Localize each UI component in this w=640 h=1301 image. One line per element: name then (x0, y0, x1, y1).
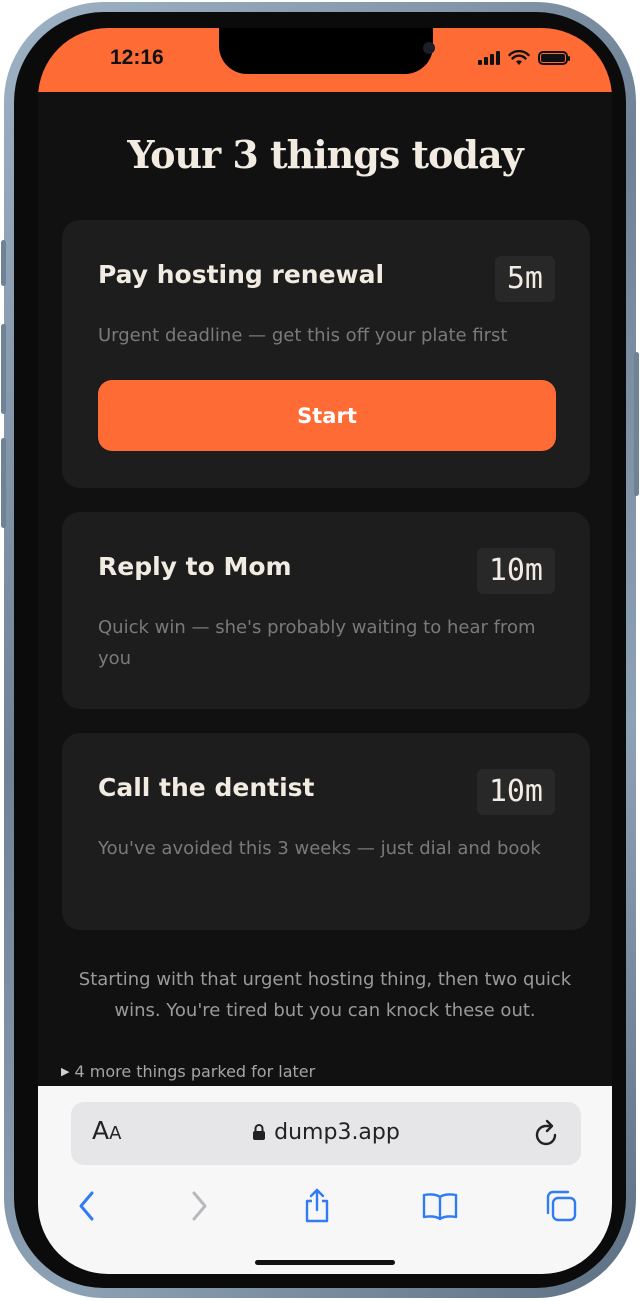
volume-up-button (1, 324, 6, 414)
lock-icon (253, 1124, 266, 1140)
volume-down-button (1, 438, 6, 528)
home-indicator (255, 1260, 395, 1265)
task-title: Pay hosting renewal (98, 260, 385, 289)
mute-switch (1, 240, 6, 286)
main-content: Your 3 things today Pay hosting renewal … (38, 92, 612, 1086)
start-button[interactable]: Start (98, 380, 556, 451)
tabs-icon[interactable] (541, 1186, 581, 1226)
task-note: You've avoided this 3 weeks — just dial … (98, 838, 541, 859)
cellular-signal-icon (478, 51, 500, 65)
notch (219, 28, 435, 74)
screen: 12:16 Your 3 things today Pay hosting re… (38, 28, 612, 1274)
forward-icon[interactable] (179, 1186, 219, 1226)
battery-icon (538, 51, 570, 65)
parked-label: 4 more things parked for later (74, 1062, 316, 1081)
task-duration-badge: 5m (494, 256, 555, 302)
url-display[interactable]: dump3.app (71, 1120, 581, 1145)
summary-text: Starting with that urgent hosting thing,… (78, 969, 572, 1021)
task-note: Quick win — she's probably waiting to he… (98, 617, 536, 669)
address-bar[interactable]: AA dump3.app (71, 1102, 581, 1165)
task-note: Urgent deadline — get this off your plat… (98, 325, 508, 346)
status-icons (478, 50, 570, 66)
task-card-1: Pay hosting renewal 5m Urgent deadline —… (62, 220, 590, 488)
status-time: 12:16 (110, 46, 164, 69)
task-duration-badge: 10m (476, 769, 555, 815)
task-title: Reply to Mom (98, 552, 292, 581)
back-icon[interactable] (67, 1186, 107, 1226)
front-camera (423, 42, 435, 54)
wifi-icon (508, 50, 530, 65)
task-duration-badge: 10m (476, 548, 555, 594)
reload-icon[interactable] (533, 1118, 561, 1148)
phone-frame: 12:16 Your 3 things today Pay hosting re… (1, 2, 639, 1298)
bookmarks-icon[interactable] (420, 1186, 460, 1226)
browser-toolbar (38, 1186, 612, 1230)
task-card-3: Call the dentist 10m You've avoided this… (62, 733, 590, 930)
browser-chrome: AA dump3.app (38, 1086, 612, 1274)
page-title: Your 3 things today (127, 132, 523, 177)
task-card-2: Reply to Mom 10m Quick win — she's proba… (62, 512, 590, 709)
power-button (634, 352, 639, 496)
url-text: dump3.app (274, 1120, 400, 1145)
disclosure-triangle-icon: ▶ (61, 1065, 70, 1078)
task-title: Call the dentist (98, 773, 315, 802)
share-icon[interactable] (297, 1186, 337, 1226)
parked-toggle[interactable]: ▶ 4 more things parked for later (61, 1062, 315, 1081)
